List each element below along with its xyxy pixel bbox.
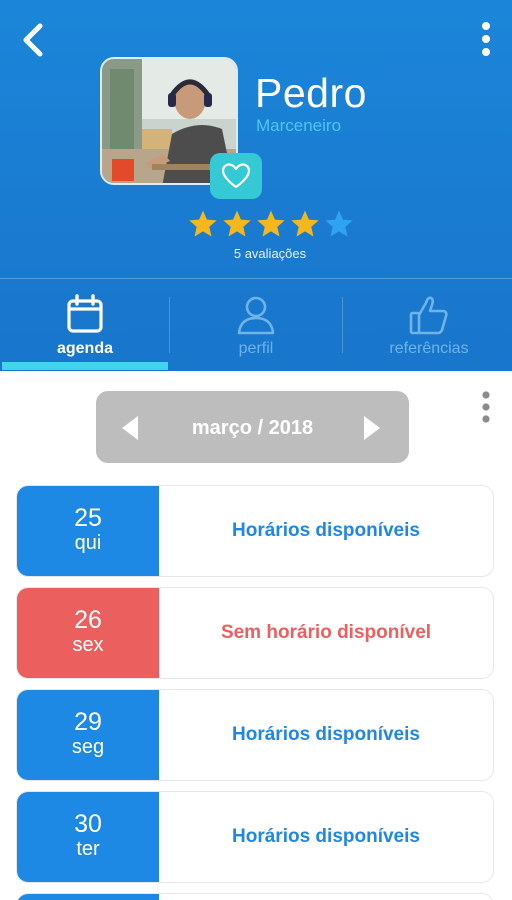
day-number: 30 xyxy=(74,810,102,838)
day-date-block: 29 seg xyxy=(17,690,159,780)
tab-agenda-label: agenda xyxy=(56,340,113,357)
day-status: Sem horário disponível xyxy=(220,622,432,643)
profile-header: Pedro Marceneiro 5 avaliações agenda per… xyxy=(0,0,512,371)
heart-icon xyxy=(221,163,251,189)
day-number: 29 xyxy=(74,708,102,736)
tab-agenda[interactable]: agenda xyxy=(0,279,170,371)
chevron-left-icon xyxy=(23,23,43,57)
day-weekday: seg xyxy=(71,736,105,758)
tab-separator xyxy=(342,297,343,353)
more-vertical-icon xyxy=(482,22,490,56)
star-filled-icon xyxy=(291,210,319,237)
tab-perfil[interactable]: perfil xyxy=(171,279,341,371)
reviews-count: 5 avaliações xyxy=(233,246,307,261)
month-navigator: março / 2018 xyxy=(96,391,409,463)
star-filled-icon xyxy=(223,210,251,237)
profile-name: Pedro xyxy=(255,70,367,116)
day-date-block: 25 qui xyxy=(17,486,159,576)
day-weekday: ter xyxy=(76,838,100,860)
tab-referencias-label: referências xyxy=(389,340,469,357)
star-filled-icon xyxy=(257,210,285,237)
day-date-block: 26 sex xyxy=(17,588,159,678)
thumbs-up-icon xyxy=(409,296,448,335)
agenda-options-button[interactable] xyxy=(476,388,496,428)
day-card[interactable]: 30 ter Horários disponíveis xyxy=(16,791,494,883)
calendar-icon xyxy=(67,294,103,333)
tab-separator xyxy=(169,297,170,353)
previous-month-button[interactable] xyxy=(116,413,146,443)
day-card[interactable] xyxy=(16,893,494,900)
star-filled-icon xyxy=(189,210,217,237)
day-status: Horários disponíveis xyxy=(232,826,420,847)
day-status: Horários disponíveis xyxy=(232,724,420,745)
triangle-right-icon xyxy=(364,416,380,440)
day-number: 25 xyxy=(74,504,102,532)
day-date-block xyxy=(17,894,159,900)
profile-profession: Marceneiro xyxy=(256,116,342,135)
active-tab-indicator xyxy=(2,362,168,370)
tab-referencias[interactable]: referências xyxy=(344,279,512,371)
profile-tabs: agenda perfil referências xyxy=(0,279,512,371)
rating-stars xyxy=(188,209,354,239)
day-card[interactable]: 26 sex Sem horário disponível xyxy=(16,587,494,679)
tab-perfil-label: perfil xyxy=(238,340,274,357)
day-card[interactable]: 25 qui Horários disponíveis xyxy=(16,485,494,577)
more-vertical-icon xyxy=(482,391,490,423)
next-month-button[interactable] xyxy=(356,413,386,443)
day-weekday: sex xyxy=(72,634,104,656)
back-button[interactable] xyxy=(14,20,54,60)
more-options-button[interactable] xyxy=(470,18,502,60)
day-card[interactable]: 29 seg Horários disponíveis xyxy=(16,689,494,781)
favorite-button[interactable] xyxy=(210,153,262,199)
day-number: 26 xyxy=(74,606,102,634)
star-empty-icon xyxy=(325,210,353,237)
person-icon xyxy=(237,296,275,335)
current-month-label: março / 2018 xyxy=(191,417,314,439)
triangle-left-icon xyxy=(122,416,138,440)
day-date-block: 30 ter xyxy=(17,792,159,882)
day-status: Horários disponíveis xyxy=(232,520,420,541)
day-weekday: qui xyxy=(74,532,102,554)
